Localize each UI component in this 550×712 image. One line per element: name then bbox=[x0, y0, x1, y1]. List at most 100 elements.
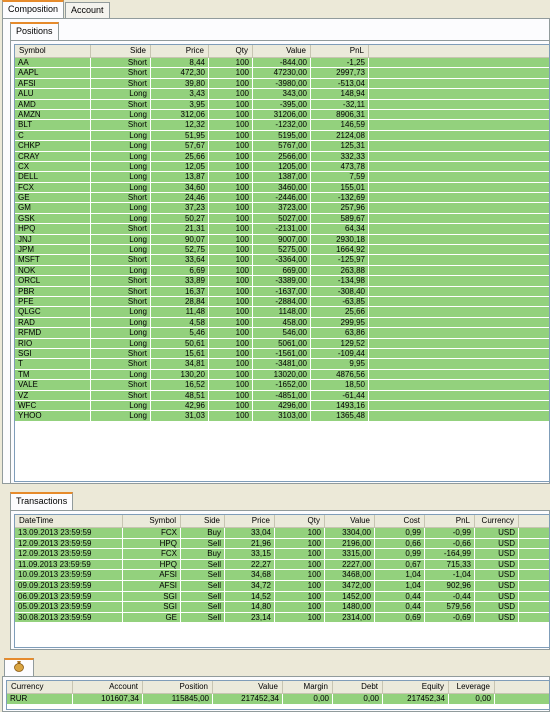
position-row[interactable]: BLT Short 12,32 100 -1232,00 146,59 bbox=[15, 120, 549, 131]
position-row[interactable]: MSFT Short 33,64 100 -3364,00 -125,97 bbox=[15, 255, 549, 266]
position-row[interactable]: AA Short 8,44 100 -844,00 -1,25 bbox=[15, 58, 549, 69]
col-side[interactable]: Side bbox=[181, 515, 225, 527]
tab-account-summary[interactable] bbox=[4, 658, 34, 676]
position-row[interactable]: PBR Short 16,37 100 -1637,00 -308,40 bbox=[15, 286, 549, 297]
transaction-row[interactable]: 11.09.2013 23:59:59 HPQ Sell 22,27 100 2227,0… bbox=[15, 559, 549, 571]
position-cell: Long bbox=[91, 317, 151, 329]
position-row[interactable]: ALU Long 3,43 100 343,00 148,94 bbox=[15, 89, 549, 100]
position-cell: 100 bbox=[209, 130, 253, 142]
col-leverage[interactable]: Leverage bbox=[449, 681, 495, 693]
transaction-row[interactable]: 05.09.2013 23:59:59 SGI Sell 14,80 100 1480,0… bbox=[15, 602, 549, 613]
col-side[interactable]: Side bbox=[91, 45, 151, 57]
position-row[interactable]: JNJ Long 90,07 100 9007,00 2930,18 bbox=[15, 234, 549, 246]
col-price[interactable]: Price bbox=[151, 45, 209, 57]
transaction-row[interactable]: 13.09.2013 23:59:59 FCX Buy 33,04 100 3304,00… bbox=[15, 528, 549, 539]
tab-transactions[interactable]: Transactions bbox=[10, 492, 74, 510]
col-pnl[interactable]: PnL bbox=[311, 45, 369, 57]
row-filler bbox=[369, 79, 549, 90]
col-qty[interactable]: Qty bbox=[275, 515, 325, 527]
transaction-row[interactable]: 30.08.2013 23:59:59 GE Sell 23,14 100 2314,00… bbox=[15, 612, 549, 624]
transaction-cell: 21,96 bbox=[225, 538, 275, 550]
position-row[interactable]: FCX Long 34,60 100 3460,00 155,01 bbox=[15, 182, 549, 194]
position-row[interactable]: AAPL Short 472,30 100 47230,00 2997,73 bbox=[15, 68, 549, 79]
col-equity[interactable]: Equity bbox=[383, 681, 449, 693]
col-cost[interactable]: Cost bbox=[375, 515, 425, 527]
col-symbol[interactable]: Symbol bbox=[15, 45, 91, 57]
position-row[interactable]: YHOO Long 31,03 100 3103,00 1365,48 bbox=[15, 411, 549, 422]
position-row[interactable]: JPM Long 52,75 100 5275,00 1664,92 bbox=[15, 245, 549, 256]
position-row[interactable]: GM Long 37,23 100 3723,00 257,96 bbox=[15, 203, 549, 214]
position-cell: -132,69 bbox=[311, 193, 369, 204]
col-symbol[interactable]: Symbol bbox=[123, 515, 181, 527]
col-margin[interactable]: Margin bbox=[283, 681, 333, 693]
position-row[interactable]: PFE Short 28,84 100 -2884,00 -63,85 bbox=[15, 296, 549, 308]
position-row[interactable]: ORCL Short 33,89 100 -3389,00 -134,98 bbox=[15, 276, 549, 287]
position-row[interactable]: CX Long 12,05 100 1205,00 473,78 bbox=[15, 161, 549, 173]
positions-table[interactable]: Symbol Side Price Qty Value PnL AA Short 8… bbox=[14, 44, 550, 482]
row-filler bbox=[519, 602, 549, 613]
position-row[interactable]: GE Short 24,46 100 -2446,00 -132,69 bbox=[15, 193, 549, 204]
transaction-row[interactable]: 12.09.2013 23:59:59 HPQ Sell 21,96 100 2196,0… bbox=[15, 538, 549, 550]
transaction-row[interactable]: 06.09.2013 23:59:59 SGI Sell 14,52 100 1452,0… bbox=[15, 591, 549, 603]
position-cell: 50,27 bbox=[151, 213, 209, 225]
row-filler bbox=[369, 401, 549, 412]
col-account[interactable]: Account bbox=[73, 681, 143, 693]
position-cell: VALE bbox=[15, 380, 91, 391]
transaction-cell: -1,04 bbox=[425, 570, 475, 581]
position-row[interactable]: NOK Long 6,69 100 669,00 263,88 bbox=[15, 265, 549, 277]
col-value[interactable]: Value bbox=[213, 681, 283, 693]
position-cell: 34,60 bbox=[151, 182, 209, 194]
account-table[interactable]: Currency Account Position Value Margin D… bbox=[6, 680, 550, 710]
col-currency[interactable]: Currency bbox=[7, 681, 73, 693]
transaction-row[interactable]: 12.09.2013 23:59:59 FCX Buy 33,15 100 3315,00… bbox=[15, 549, 549, 560]
transactions-tabstrip: Transactions bbox=[8, 492, 74, 510]
position-row[interactable]: DELL Long 13,87 100 1387,00 7,59 bbox=[15, 172, 549, 183]
row-filler bbox=[369, 235, 549, 246]
position-row[interactable]: SGI Short 15,61 100 -1561,00 -109,44 bbox=[15, 348, 549, 360]
col-currency[interactable]: Currency bbox=[475, 515, 519, 527]
position-cell: 2124,08 bbox=[311, 130, 369, 142]
tab-composition[interactable]: Composition bbox=[2, 0, 65, 18]
position-row[interactable]: AMD Short 3,95 100 -395,00 -32,11 bbox=[15, 99, 549, 110]
col-datetime[interactable]: DateTime bbox=[15, 515, 123, 527]
position-row[interactable]: CRAY Long 25,66 100 2566,00 332,33 bbox=[15, 151, 549, 162]
position-row[interactable]: VZ Short 48,51 100 -4851,00 -61,44 bbox=[15, 390, 549, 401]
col-pnl[interactable]: PnL bbox=[425, 515, 475, 527]
position-row[interactable]: C Long 51,95 100 5195,00 2124,08 bbox=[15, 130, 549, 142]
position-row[interactable]: WFC Long 42,96 100 4296,00 1493,16 bbox=[15, 400, 549, 412]
position-cell: Short bbox=[91, 348, 151, 360]
position-row[interactable]: RIO Long 50,61 100 5061,00 129,52 bbox=[15, 338, 549, 349]
col-value[interactable]: Value bbox=[325, 515, 375, 527]
position-cell: 5027,00 bbox=[253, 213, 311, 225]
position-row[interactable]: AFSI Short 39,80 100 -3980,00 -513,04 bbox=[15, 78, 549, 90]
row-filler bbox=[369, 255, 549, 266]
transaction-cell: 05.09.2013 23:59:59 bbox=[15, 602, 123, 613]
col-price[interactable]: Price bbox=[225, 515, 275, 527]
position-row[interactable]: HPQ Short 21,31 100 -2131,00 64,34 bbox=[15, 224, 549, 235]
position-row[interactable]: RFMD Long 5,46 100 546,00 63,86 bbox=[15, 328, 549, 339]
transaction-row[interactable]: 09.09.2013 23:59:59 AFSI Sell 34,72 100 3472,… bbox=[15, 580, 549, 592]
position-cell: 50,61 bbox=[151, 338, 209, 349]
position-cell: HPQ bbox=[15, 224, 91, 235]
transaction-row[interactable]: 10.09.2013 23:59:59 AFSI Sell 34,68 100 3468,… bbox=[15, 570, 549, 581]
col-qty[interactable]: Qty bbox=[209, 45, 253, 57]
position-row[interactable]: T Short 34,81 100 -3481,00 9,95 bbox=[15, 359, 549, 370]
tab-positions[interactable]: Positions bbox=[10, 22, 59, 40]
row-filler bbox=[369, 183, 549, 194]
account-row[interactable]: RUR 101607,34 115845,00 217452,34 0,00 0,00 21… bbox=[7, 694, 549, 705]
position-row[interactable]: AMZN Long 312,06 100 31206,00 8906,31 bbox=[15, 109, 549, 121]
position-row[interactable]: CHKP Long 57,67 100 5767,00 125,31 bbox=[15, 141, 549, 152]
position-row[interactable]: VALE Short 16,52 100 -1652,00 18,50 bbox=[15, 380, 549, 391]
position-row[interactable]: RAD Long 4,58 100 458,00 299,95 bbox=[15, 317, 549, 329]
transaction-cell: USD bbox=[475, 528, 519, 539]
position-row[interactable]: QLGC Long 11,48 100 1148,00 25,66 bbox=[15, 307, 549, 318]
position-cell: 100 bbox=[209, 78, 253, 90]
transactions-table[interactable]: DateTime Symbol Side Price Qty Value Cos… bbox=[14, 514, 550, 648]
col-debt[interactable]: Debt bbox=[333, 681, 383, 693]
position-cell: Short bbox=[91, 359, 151, 370]
position-row[interactable]: GSK Long 50,27 100 5027,00 589,67 bbox=[15, 213, 549, 225]
tab-account[interactable]: Account bbox=[65, 2, 110, 18]
col-value[interactable]: Value bbox=[253, 45, 311, 57]
col-position[interactable]: Position bbox=[143, 681, 213, 693]
position-row[interactable]: TM Long 130,20 100 13020,00 4876,56 bbox=[15, 369, 549, 381]
